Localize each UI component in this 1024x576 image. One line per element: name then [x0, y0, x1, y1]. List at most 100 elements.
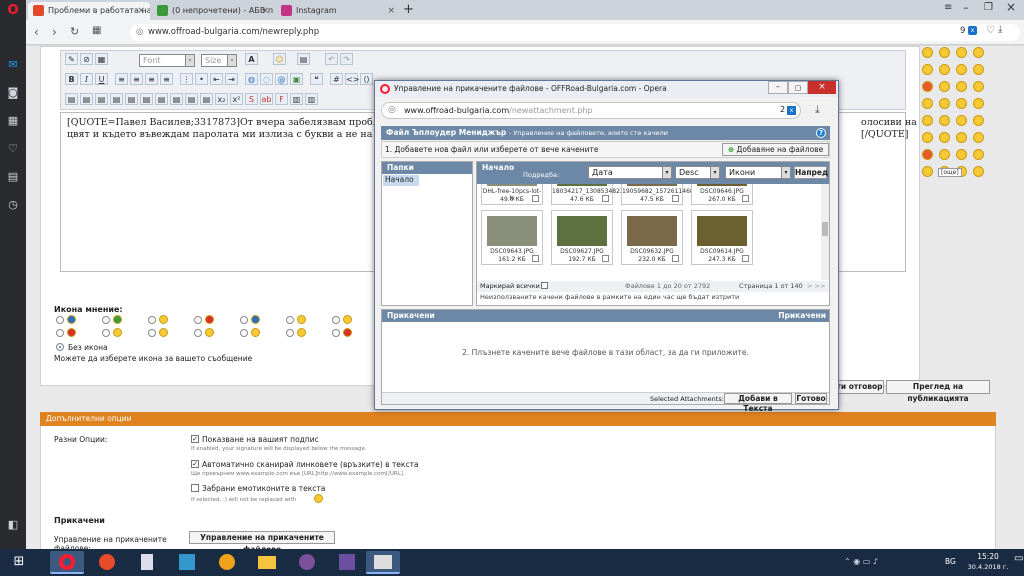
speed-dial-icon[interactable]: ▦ — [92, 25, 101, 36]
sort-direction-select[interactable]: Desc ▾ — [675, 166, 720, 179]
hash-icon[interactable]: # — [330, 73, 343, 85]
smilie-icon[interactable] — [973, 81, 984, 92]
file-thumbnail[interactable]: 18034217_1308534823 47.6 КБ — [551, 184, 624, 205]
php-icon[interactable]: ⟨⟩ — [360, 73, 373, 85]
folder-home[interactable]: Начало — [383, 175, 419, 186]
file-checkbox[interactable] — [742, 195, 749, 202]
file-checkbox[interactable] — [672, 195, 679, 202]
smilie-icon[interactable] — [922, 81, 933, 92]
toolbar-icon-1[interactable]: ▤ — [65, 93, 78, 105]
strikethrough-icon[interactable]: S — [245, 93, 258, 105]
post-icon-radio[interactable] — [332, 316, 340, 324]
redo-icon[interactable]: ↷ — [340, 53, 353, 65]
post-icon-radio[interactable] — [56, 316, 64, 324]
toolbar-icon-3[interactable]: ▤ — [95, 93, 108, 105]
smilie-icon[interactable] — [939, 132, 950, 143]
taskbar-app-8[interactable] — [330, 551, 364, 574]
tab-menu-icon[interactable]: ≡ — [944, 2, 952, 13]
forward-icon[interactable]: › — [52, 25, 57, 39]
file-checkbox[interactable] — [532, 195, 539, 202]
font-icon[interactable]: F — [275, 93, 288, 105]
smilie-icon[interactable] — [956, 64, 967, 75]
taskbar-viber[interactable] — [290, 551, 324, 574]
more-smilies-link[interactable]: [още] — [938, 168, 962, 177]
source-icon[interactable]: ✎ — [65, 53, 78, 65]
post-icon-radio[interactable] — [332, 329, 340, 337]
underline-button[interactable]: U — [95, 73, 108, 85]
tray-icons[interactable]: ⌃ ◉ ▭ ♪ — [844, 557, 878, 566]
smilie-icon[interactable] — [939, 64, 950, 75]
toolbar-icon-11[interactable]: ▥ — [290, 93, 303, 105]
reload-icon[interactable]: ↻ — [70, 25, 79, 38]
code-icon[interactable]: <> — [345, 73, 359, 85]
file-checkbox[interactable] — [532, 255, 539, 262]
post-icon-radio[interactable] — [148, 316, 156, 324]
quote-icon[interactable]: ❝ — [310, 73, 323, 85]
color-icon[interactable]: ab — [260, 93, 273, 105]
smilie-icon[interactable] — [922, 166, 933, 177]
outdent-icon[interactable]: ⇤ — [210, 73, 223, 85]
close-tab-icon[interactable]: × — [137, 2, 145, 20]
smilie-icon[interactable] — [939, 115, 950, 126]
smilie-icon[interactable] — [973, 47, 984, 58]
smilie-icon[interactable] — [939, 98, 950, 109]
file-thumbnail[interactable]: DHL-free-10pcs-lot-le 49.0 КБ — [481, 184, 543, 205]
smilie-icon[interactable]: ☺ — [273, 53, 286, 65]
post-icon-radio[interactable] — [56, 329, 64, 337]
image-icon[interactable]: ▣ — [290, 73, 303, 85]
smilie-icon[interactable] — [922, 149, 933, 160]
popup-download-icon[interactable]: ⤓ — [815, 103, 820, 117]
toolbar-icon-8[interactable]: ▤ — [170, 93, 183, 105]
heart-icon[interactable]: ♡ — [6, 142, 20, 156]
link-icon[interactable]: ◍ — [245, 73, 258, 85]
start-button[interactable]: ⊞ — [4, 551, 34, 574]
file-thumbnail[interactable]: DSC09627.JPG 192.7 КБ — [551, 210, 613, 265]
notifications-icon[interactable]: ▭ — [1014, 553, 1023, 564]
file-checkbox[interactable] — [742, 255, 749, 262]
justify-icon[interactable]: ≡ — [160, 73, 173, 85]
post-icon-radio[interactable] — [286, 316, 294, 324]
align-right-icon[interactable]: ≡ — [145, 73, 158, 85]
smilie-icon[interactable] — [956, 47, 967, 58]
clock-date[interactable]: 30.4.2018 г. — [962, 563, 1014, 571]
tab-instagram[interactable]: Instagram × — [276, 2, 400, 20]
attached-pane[interactable]: Прикачени Прикачени 2. Плъзнете качените… — [381, 309, 830, 413]
size-select[interactable]: Size ▾ — [201, 54, 237, 67]
thumbs-scrollbar[interactable] — [821, 184, 829, 280]
post-icon-radio[interactable] — [286, 329, 294, 337]
tab-forum[interactable]: Проблеми в работата на × — [28, 2, 150, 20]
post-icon-radio[interactable] — [102, 316, 110, 324]
post-icon-radio[interactable] — [148, 329, 156, 337]
align-center-icon[interactable]: ≡ — [130, 73, 143, 85]
back-icon[interactable]: ‹ — [34, 25, 39, 39]
history-icon[interactable]: ◷ — [6, 198, 20, 212]
opera-logo-icon[interactable]: O — [6, 4, 20, 18]
post-icon-radio[interactable] — [240, 329, 248, 337]
font-select[interactable]: Font ▾ — [139, 54, 195, 67]
file-checkbox[interactable] — [602, 195, 609, 202]
maximize-window-icon[interactable]: ❐ — [984, 2, 993, 13]
toolbar-icon-12[interactable]: ▥ — [305, 93, 318, 105]
toolbar-icon-9[interactable]: ▤ — [185, 93, 198, 105]
undo-icon[interactable]: ↶ — [325, 53, 338, 65]
smilie-icon[interactable] — [956, 132, 967, 143]
popup-url-field[interactable]: ◎ www.offroad-bulgaria.com/newattachment… — [381, 102, 801, 119]
file-thumbnail[interactable]: 19059682_1572611468 47.5 КБ — [621, 184, 694, 205]
toolbar-icon-10[interactable]: ▤ — [200, 93, 213, 105]
toolbar-icon-7[interactable]: ▤ — [155, 93, 168, 105]
smilie-icon[interactable] — [956, 81, 967, 92]
done-button[interactable]: Готово — [795, 393, 827, 404]
file-checkbox[interactable] — [602, 255, 609, 262]
camera-icon[interactable]: ◙ — [6, 86, 20, 100]
messenger-icon[interactable]: ✉ — [6, 58, 20, 72]
close-window-icon[interactable]: × — [1006, 0, 1016, 14]
smilie-icon[interactable] — [922, 64, 933, 75]
speed-dial-icon[interactable]: ▦ — [6, 114, 20, 128]
sort-by-select[interactable]: Дата ▾ — [588, 166, 672, 179]
smilie-icon[interactable] — [956, 149, 967, 160]
close-tab-icon[interactable]: × — [261, 2, 269, 20]
download-icon[interactable]: ⤓ — [998, 24, 1002, 35]
bookmark-heart-icon[interactable]: ♡ — [986, 25, 995, 36]
smilie-icon[interactable] — [956, 98, 967, 109]
table-icon[interactable]: ▦ — [95, 53, 108, 65]
